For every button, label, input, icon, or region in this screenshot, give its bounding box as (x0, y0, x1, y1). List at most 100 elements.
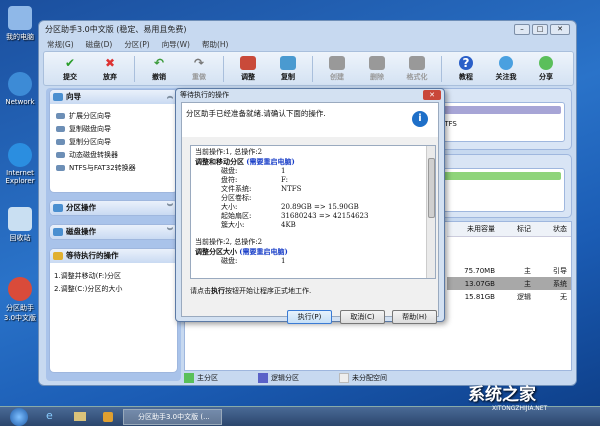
column-header[interactable]: 标记 (499, 222, 535, 236)
table-row[interactable]: 15.81GB 逻辑 无 (447, 290, 571, 303)
partition-icon (53, 204, 63, 212)
redo-button[interactable]: ↷ 重做 (179, 56, 219, 82)
commit-button[interactable]: ✔ 提交 (50, 56, 90, 82)
explorer-quicklaunch-icon[interactable] (74, 412, 86, 421)
menu-disk[interactable]: 磁盘(D) (86, 39, 113, 50)
follow-button[interactable]: 关注我 (486, 55, 526, 82)
disk-ops-section: 磁盘操作 ︾ (49, 224, 178, 240)
disk-ops-header[interactable]: 磁盘操作 ︾ (50, 225, 177, 239)
wizard-header[interactable]: 向导 ︽ (50, 90, 177, 104)
partition-ops-header[interactable]: 分区操作 ︾ (50, 201, 177, 215)
table-row-selected[interactable]: 13.07GB 主 系统 (447, 277, 571, 290)
create-button[interactable]: 创建 (317, 55, 357, 82)
help-icon: ? (459, 55, 473, 70)
icon-label: Network (5, 98, 35, 106)
pending-item[interactable]: 2.调整(C:)分区的大小 (50, 282, 177, 295)
cell: 15.81GB (464, 292, 495, 301)
menu-wizard[interactable]: 向导(W) (162, 39, 190, 50)
info-icon: i (412, 111, 428, 127)
column-header[interactable]: 状态 (535, 222, 571, 236)
cell: 无 (560, 292, 567, 301)
discard-button[interactable]: ✖ 放弃 (90, 56, 130, 82)
desktop-icon-ie[interactable]: Internet Explorer (2, 143, 38, 185)
icon-label: 分区助手3.0中文版 (3, 304, 37, 322)
undo-button[interactable]: ↶ 撤销 (139, 56, 179, 82)
window-title: 分区助手3.0中文版 (稳定、易用且免费) (45, 25, 187, 34)
minimize-button[interactable]: – (514, 24, 530, 35)
unallocated-swatch (339, 373, 349, 383)
label: 复制 (281, 72, 295, 81)
operations-list[interactable]: 当前操作:1, 总操作:2 调整和移动分区 (需要重启电脑) 磁盘: 1 盘符: F… (190, 145, 436, 279)
wizard-item-ntfs-fat32[interactable]: NTFS与FAT32转换器 (50, 161, 177, 174)
label: 扩展分区向导 (69, 111, 111, 120)
dialog-close-button[interactable]: ✕ (423, 90, 441, 100)
start-button[interactable] (10, 408, 28, 426)
field-value: 31680243 => 42154623 (281, 212, 369, 220)
close-button[interactable]: ✕ (550, 24, 570, 35)
follow-icon (499, 55, 513, 70)
field-label: 大小: (221, 203, 238, 211)
legend: 主分区 逻辑分区 未分配空间 (184, 373, 387, 383)
cancel-button[interactable]: 取消(C) (340, 310, 385, 324)
wizard-item-extend[interactable]: 扩展分区向导 (50, 109, 177, 122)
dialog-intro: 分区助手已经准备就绪.请确认下面的操作. (186, 109, 326, 118)
section-title: 向导 (66, 92, 81, 101)
ie-quicklaunch-icon[interactable]: e (46, 409, 58, 425)
menu-bar: 常规(G) 磁盘(D) 分区(P) 向导(W) 帮助(H) (47, 39, 228, 50)
scrollbar[interactable] (426, 146, 435, 278)
wizard-item-dynamic-disk[interactable]: 动态磁盘转换器 (50, 148, 177, 161)
help-button[interactable]: 帮助(H) (392, 310, 437, 324)
sidebar: 向导 ︽ 扩展分区向导 复制磁盘向导 复制分区向导 动态磁盘转换器 NTFS与FA… (46, 88, 181, 381)
delete-button[interactable]: 删除 (357, 55, 397, 82)
resize-icon (240, 55, 256, 70)
field-value: 1 (281, 257, 286, 265)
dialog-footer-text: 请点击执行按钮开始让程序正式地工作. (190, 287, 312, 295)
wizard-icon (53, 93, 63, 101)
menu-help[interactable]: 帮助(H) (202, 39, 229, 50)
legend-unallocated: 未分配空间 (339, 373, 387, 383)
execute-button[interactable]: 执行(P) (287, 310, 332, 324)
cell: 13.07GB (464, 279, 495, 288)
field-label: 磁盘: (221, 257, 238, 265)
field-label: 盘符: (221, 176, 238, 184)
format-button[interactable]: 格式化 (397, 55, 437, 82)
wizard-item-copy-disk[interactable]: 复制磁盘向导 (50, 122, 177, 135)
pending-item[interactable]: 1.调整并移动(F:)分区 (50, 269, 177, 282)
section-title: 磁盘操作 (66, 227, 96, 236)
check-icon: ✔ (64, 55, 76, 70)
wizard-item-copy-partition[interactable]: 复制分区向导 (50, 135, 177, 148)
tutorial-button[interactable]: ? 教程 (446, 55, 486, 82)
share-icon (539, 55, 553, 70)
field-value: 1 (281, 167, 286, 175)
copy-button[interactable]: 复制 (268, 55, 308, 82)
label: 撤销 (152, 72, 166, 81)
desktop-icon-network[interactable]: Network (2, 72, 38, 106)
cell: 引导 (553, 266, 567, 275)
disk-icon (53, 228, 63, 236)
label: 调整 (241, 72, 255, 81)
chevron-down-icon: ︾ (166, 228, 173, 235)
desktop-icon-recycle-bin[interactable]: 回收站 (2, 207, 38, 243)
scrollbar-thumb[interactable] (428, 158, 435, 218)
icon-label: 我的电脑 (6, 33, 34, 41)
table-row[interactable]: 75.70MB 主 引导 (447, 264, 571, 277)
op-note: (需要重启电脑) (246, 157, 295, 166)
menu-partition[interactable]: 分区(P) (124, 39, 149, 50)
media-quicklaunch-icon[interactable] (103, 412, 113, 422)
create-icon (329, 55, 345, 70)
taskbar-app-button[interactable]: 分区助手3.0中文版 (... (123, 409, 222, 425)
label: 格式化 (406, 72, 428, 81)
maximize-button[interactable]: □ (532, 24, 548, 35)
pending-section: 等待执行的操作 1.调整并移动(F:)分区 2.调整(C:)分区的大小 (49, 248, 178, 373)
column-header[interactable]: 未用容量 (447, 222, 499, 236)
chevron-down-icon: ︾ (166, 204, 173, 211)
pending-header[interactable]: 等待执行的操作 (50, 249, 177, 263)
resize-button[interactable]: 调整 (228, 55, 268, 82)
op-note: (需要重启电脑) (239, 247, 288, 256)
section-title: 等待执行的操作 (66, 251, 119, 260)
redo-icon: ↷ (193, 55, 205, 70)
desktop-icon-partition-assistant[interactable]: 分区助手3.0中文版 (2, 277, 38, 323)
menu-general[interactable]: 常规(G) (47, 39, 74, 50)
desktop-icon-computer[interactable]: 我的电脑 (2, 6, 38, 42)
share-button[interactable]: 分享 (526, 55, 566, 82)
